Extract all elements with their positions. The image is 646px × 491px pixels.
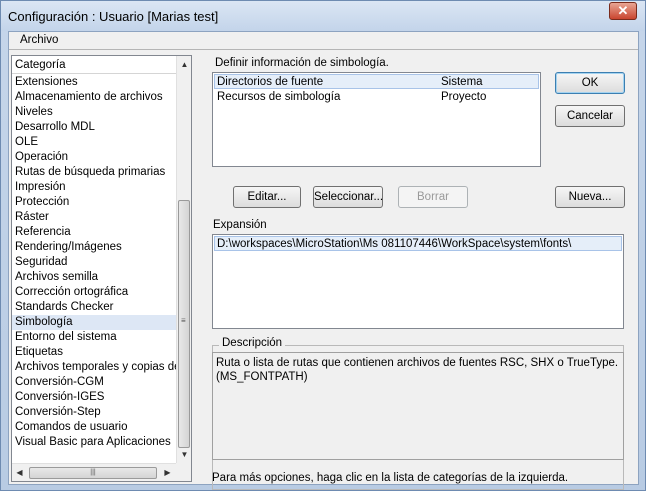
category-item[interactable]: Referencia [12,225,176,240]
select-button[interactable]: Seleccionar... [313,186,383,208]
category-item[interactable]: Visual Basic para Aplicaciones [12,435,176,450]
category-item[interactable]: Extensiones [12,75,176,90]
new-button[interactable]: Nueva... [555,186,625,208]
definitions-list[interactable]: Directorios de fuente Sistema Recursos d… [212,72,541,167]
expansion-row[interactable]: D:\workspaces\MicroStation\Ms 081107446\… [214,236,622,251]
category-item[interactable]: Conversión-Step [12,405,176,420]
category-item[interactable]: Ráster [12,210,176,225]
category-item[interactable]: Protección [12,195,176,210]
category-item[interactable]: Comandos de usuario [12,420,176,435]
menu-bar: Archivo [9,32,638,50]
definition-row[interactable]: Directorios de fuente Sistema [214,74,539,89]
footer-hint: Para más opciones, haga clic en la lista… [212,472,569,484]
title-bar[interactable]: Configuración : Usuario [Marias test] ✕ [1,1,645,31]
category-item[interactable]: Seguridad [12,255,176,270]
category-item[interactable]: Entorno del sistema [12,330,176,345]
grip-icon: ≡ [181,316,186,325]
description-line-1: Ruta o lista de rutas que contienen arch… [216,357,619,369]
define-label: Definir información de simbología. [215,57,389,69]
vertical-scroll-thumb[interactable]: ≡ [178,200,190,448]
config-window: Configuración : Usuario [Marias test] ✕ … [0,0,646,491]
category-item[interactable]: Rutas de búsqueda primarias [12,165,176,180]
scroll-down-icon[interactable]: ▼ [177,447,192,463]
category-list[interactable]: Extensiones Almacenamiento de archivos Niv… [12,75,176,464]
category-horizontal-scrollbar[interactable]: ◀ ||| ▶ [12,463,176,481]
category-item[interactable]: Corrección ortográfica [12,285,176,300]
dialog-body: Archivo Categoría Extensiones Almacenamie… [8,31,639,490]
category-item[interactable]: Niveles [12,105,176,120]
category-item[interactable]: Desarrollo MDL [12,120,176,135]
definition-level: Proyecto [441,91,487,103]
ok-button[interactable]: OK [555,72,625,94]
category-item[interactable]: Impresión [12,180,176,195]
menu-archivo[interactable]: Archivo [20,34,58,46]
definition-row[interactable]: Recursos de simbología Proyecto [214,90,539,105]
definition-name: Recursos de simbología [217,91,341,103]
category-panel: Categoría Extensiones Almacenamiento de a… [11,55,192,482]
horizontal-scroll-thumb[interactable]: ||| [29,467,157,479]
category-item[interactable]: Archivos temporales y copias de s [12,360,176,375]
cancel-button[interactable]: Cancelar [555,105,625,127]
category-item[interactable]: Archivos semilla [12,270,176,285]
window-title: Configuración : Usuario [Marias test] [8,9,219,24]
category-item[interactable]: Simbología [12,315,176,330]
category-item[interactable]: Operación [12,150,176,165]
description-text-box: Ruta o lista de rutas que contienen arch… [212,352,624,460]
category-header[interactable]: Categoría [12,56,176,74]
scroll-corner [176,463,191,481]
expansion-box[interactable]: D:\workspaces\MicroStation\Ms 081107446\… [212,234,624,329]
description-label: Descripción [219,337,286,349]
category-item[interactable]: OLE [12,135,176,150]
expansion-value: D:\workspaces\MicroStation\Ms 081107446\… [217,238,572,250]
category-item[interactable]: Etiquetas [12,345,176,360]
expansion-label: Expansión [213,219,267,231]
close-icon[interactable]: ✕ [609,2,637,20]
description-line-2: (MS_FONTPATH) [216,371,308,383]
category-item[interactable]: Conversión-IGES [12,390,176,405]
scroll-right-icon[interactable]: ▶ [160,465,175,481]
category-vertical-scrollbar[interactable]: ▲ ≡ ▼ [176,56,191,464]
definition-level: Sistema [441,76,483,88]
scroll-left-icon[interactable]: ◀ [12,465,27,481]
edit-button[interactable]: Editar... [233,186,301,208]
category-item[interactable]: Conversión-CGM [12,375,176,390]
definition-name: Directorios de fuente [217,76,324,88]
description-group: Descripción Ruta o lista de rutas que co… [212,337,624,490]
category-item[interactable]: Standards Checker [12,300,176,315]
delete-button[interactable]: Borrar [398,186,468,208]
category-item[interactable]: Rendering/Imágenes [12,240,176,255]
scroll-up-icon[interactable]: ▲ [177,57,192,73]
category-item[interactable]: Almacenamiento de archivos [12,90,176,105]
